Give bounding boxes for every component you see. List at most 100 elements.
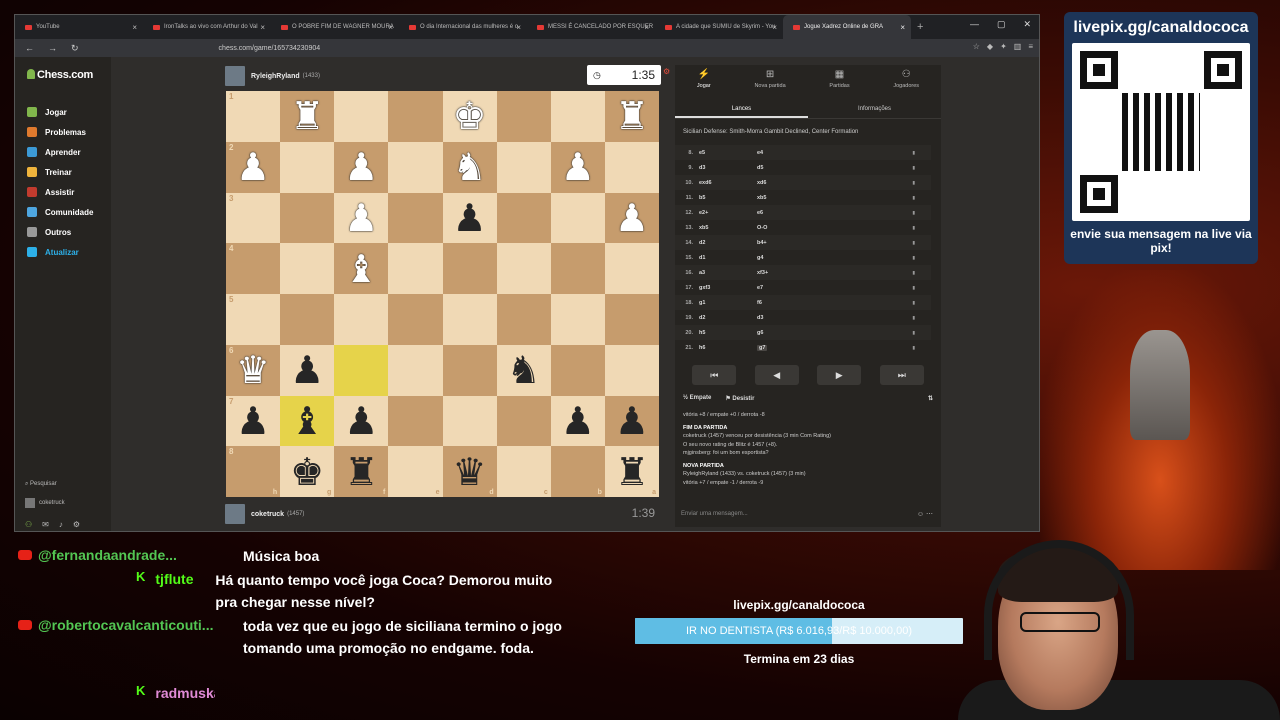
board-square[interactable] xyxy=(388,141,443,193)
search-link[interactable]: ⌕ Pesquisar xyxy=(25,481,80,488)
next-move-button[interactable]: ▶ xyxy=(817,365,862,385)
board-square[interactable] xyxy=(550,344,605,396)
board-square[interactable] xyxy=(280,141,335,193)
board-square[interactable] xyxy=(496,294,551,345)
board-square[interactable] xyxy=(442,344,497,396)
white-move[interactable]: h6 xyxy=(699,345,757,351)
board-square[interactable] xyxy=(388,294,443,345)
board-square[interactable]: b xyxy=(550,446,605,497)
settings-gear-icon[interactable]: ⚙ xyxy=(663,67,670,76)
board-square[interactable] xyxy=(604,141,659,193)
black-pawn-piece[interactable]: ♟ xyxy=(290,351,324,389)
mail-icon[interactable]: ✉ xyxy=(42,520,49,529)
board-square[interactable] xyxy=(388,395,443,447)
first-move-button[interactable]: ⏮ xyxy=(692,365,737,385)
board-square[interactable]: ♟ xyxy=(334,141,389,193)
black-move[interactable]: g7 xyxy=(757,344,887,351)
board-square[interactable] xyxy=(388,243,443,294)
board-square[interactable]: e xyxy=(388,446,443,497)
board-square[interactable] xyxy=(334,344,389,396)
player-name[interactable]: coketruck xyxy=(251,511,284,518)
board-square[interactable] xyxy=(334,294,389,345)
board-square[interactable] xyxy=(442,294,497,345)
black-move[interactable]: e4 xyxy=(757,150,887,156)
back-icon[interactable]: ← xyxy=(25,43,34,54)
board-square[interactable] xyxy=(280,294,335,345)
sidebar-item-outros[interactable]: Outros xyxy=(27,227,71,237)
white-move[interactable]: d2 xyxy=(699,240,757,246)
board-square[interactable]: 4 xyxy=(226,243,281,294)
board-square[interactable] xyxy=(604,243,659,294)
bell-icon[interactable]: ♪ xyxy=(59,520,63,529)
board-square[interactable]: ♟ xyxy=(334,192,389,244)
black-knight-piece[interactable]: ♞ xyxy=(507,351,541,389)
sidebar-item-atualizar[interactable]: Atualizar xyxy=(27,247,79,257)
board-square[interactable] xyxy=(442,243,497,294)
browser-tab[interactable]: A cidade que SUMIU de Skyrim - You × xyxy=(655,15,783,39)
board-square[interactable] xyxy=(496,243,551,294)
black-rook-piece[interactable]: ♜ xyxy=(615,453,649,491)
white-pawn-piece[interactable]: ♟ xyxy=(344,199,378,237)
settings-icon[interactable]: ⚙ xyxy=(73,520,80,529)
tab-new-game[interactable]: ⊞ Nova partida xyxy=(754,69,785,99)
white-knight-piece[interactable]: ♞ xyxy=(453,148,487,186)
tab-close-icon[interactable]: × xyxy=(388,23,393,32)
board-square[interactable]: 5 xyxy=(226,294,281,345)
white-pawn-piece[interactable]: ♟ xyxy=(344,148,378,186)
black-pawn-piece[interactable]: ♟ xyxy=(236,402,270,440)
board-square[interactable]: 7 ♟ xyxy=(226,395,281,447)
resign-button[interactable]: ⚑ Desistir xyxy=(725,395,754,402)
board-square[interactable]: ♞ xyxy=(442,141,497,193)
black-queen-piece[interactable]: ♛ xyxy=(453,453,487,491)
board-square[interactable]: 2 ♟ xyxy=(226,141,281,193)
board-square[interactable]: 1 xyxy=(226,91,281,142)
tab-moves[interactable]: Lances xyxy=(675,103,808,118)
tab-close-icon[interactable]: × xyxy=(644,23,649,32)
black-move[interactable]: d3 xyxy=(757,315,887,321)
black-move[interactable]: e7 xyxy=(757,285,887,291)
black-move[interactable]: b4+ xyxy=(757,240,887,246)
maximize-icon[interactable]: ▢ xyxy=(997,19,1006,30)
white-move[interactable]: d2 xyxy=(699,315,757,321)
reload-icon[interactable]: ↻ xyxy=(71,43,79,54)
bookmark-icon[interactable]: ☆ xyxy=(973,42,980,51)
white-move[interactable]: g1 xyxy=(699,300,757,306)
board-square[interactable] xyxy=(334,91,389,142)
black-pawn-piece[interactable]: ♟ xyxy=(561,402,595,440)
tab-close-icon[interactable]: × xyxy=(132,23,137,32)
board-square[interactable]: g ♚ xyxy=(280,446,335,497)
sidebar-item-treinar[interactable]: Treinar xyxy=(27,167,72,177)
white-pawn-piece[interactable]: ♟ xyxy=(236,148,270,186)
draw-button[interactable]: ½ Empate xyxy=(683,395,711,402)
sidebar-item-problemas[interactable]: Problemas xyxy=(27,127,86,137)
board-square[interactable] xyxy=(388,91,443,142)
chess-logo[interactable]: Chess.com xyxy=(27,69,93,81)
board-square[interactable] xyxy=(442,395,497,447)
board-square[interactable]: 6 ♛ xyxy=(226,344,281,396)
sidebar-item-comunidade[interactable]: Comunidade xyxy=(27,207,93,217)
white-move[interactable]: gxf3 xyxy=(699,285,757,291)
black-rook-piece[interactable]: ♜ xyxy=(344,453,378,491)
board-square[interactable] xyxy=(388,192,443,244)
white-move[interactable]: e5 xyxy=(699,150,757,156)
sidebar-item-assistir[interactable]: Assistir xyxy=(27,187,74,197)
board-square[interactable]: a ♜ xyxy=(604,446,659,497)
browser-tab[interactable]: IronTalks ao vivo com Arthur do Val × xyxy=(143,15,271,39)
white-rook-piece[interactable]: ♜ xyxy=(290,97,324,135)
sidebar-icon[interactable]: ▥ xyxy=(1014,42,1022,51)
white-king-piece[interactable]: ♚ xyxy=(453,97,487,135)
tab-play[interactable]: ⚡ Jogar xyxy=(697,69,711,99)
black-move[interactable]: xb5 xyxy=(757,195,887,201)
forward-icon[interactable]: → xyxy=(48,43,57,54)
menu-icon[interactable]: ≡ xyxy=(1028,42,1033,51)
flip-board-icon[interactable]: ⇅ xyxy=(928,395,933,402)
chess-board[interactable]: 1 ♜ ♚ ♜ 2 ♟ ♟ ♞ ♟ 3 ♟ ♟ ♟ 4 ♝ 5 6 ♛ ♟ ♞ 7 ♟ ♝ ♟ ♟ ♟ 8 h g ♚ f ♜ e d ♛ c b a ♜ xyxy=(226,91,659,497)
sidebar-item-jogar[interactable]: Jogar xyxy=(27,107,67,117)
browser-tab[interactable]: O dia Internacional das mulheres é o × xyxy=(399,15,527,39)
browser-tab[interactable]: O POBRE FIM DE WAGNER MOURA × xyxy=(271,15,399,39)
white-pawn-piece[interactable]: ♟ xyxy=(615,199,649,237)
white-move[interactable]: e2+ xyxy=(699,210,757,216)
board-square[interactable] xyxy=(550,243,605,294)
tab-close-icon[interactable]: × xyxy=(772,23,777,32)
url-field[interactable]: chess.com/game/165734230904 xyxy=(219,45,321,52)
